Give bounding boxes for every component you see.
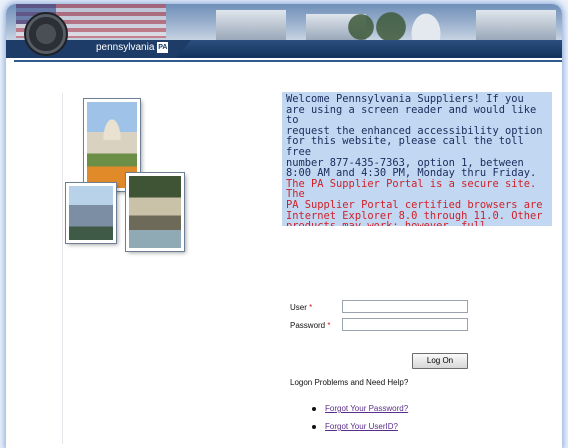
log-on-button[interactable]: Log On (412, 353, 468, 369)
building-image (216, 10, 286, 40)
password-label: Password * (290, 321, 331, 330)
capitol-dome-image (406, 6, 446, 40)
city-skyline-photo (66, 183, 116, 243)
list-item: Forgot Your Password? (312, 404, 408, 413)
pennsylvania-logo[interactable]: pennsylvania PA (96, 42, 169, 53)
user-label: User * (290, 303, 313, 312)
browser-support-message: The PA Supplier Portal is a secure site.… (286, 177, 543, 226)
notice-box: Welcome Pennsylvania Suppliers! If you a… (282, 92, 552, 226)
header-divider (14, 60, 562, 62)
tree-image (371, 10, 411, 44)
required-marker: * (327, 321, 331, 330)
help-links: Forgot Your Password? Forgot Your UserID… (312, 404, 408, 440)
list-item: Forgot Your UserID? (312, 422, 408, 431)
state-seal-icon (24, 12, 68, 56)
bullet-icon (312, 406, 316, 411)
password-field[interactable] (342, 318, 468, 331)
photo-collage (62, 93, 192, 273)
brand-text: pennsylvania (96, 42, 155, 53)
required-marker: * (309, 303, 313, 312)
fallingwater-photo (126, 173, 184, 251)
help-title: Logon Problems and Need Help? (290, 378, 409, 387)
user-field[interactable] (342, 300, 468, 313)
forgot-userid-link[interactable]: Forgot Your UserID? (325, 422, 398, 431)
bullet-icon (312, 424, 316, 429)
pa-badge-icon: PA (157, 42, 169, 53)
welcome-message: Welcome Pennsylvania Suppliers! If you a… (286, 93, 543, 180)
building-image (476, 10, 556, 40)
forgot-password-link[interactable]: Forgot Your Password? (325, 404, 408, 413)
header-nav-bar (6, 40, 562, 58)
